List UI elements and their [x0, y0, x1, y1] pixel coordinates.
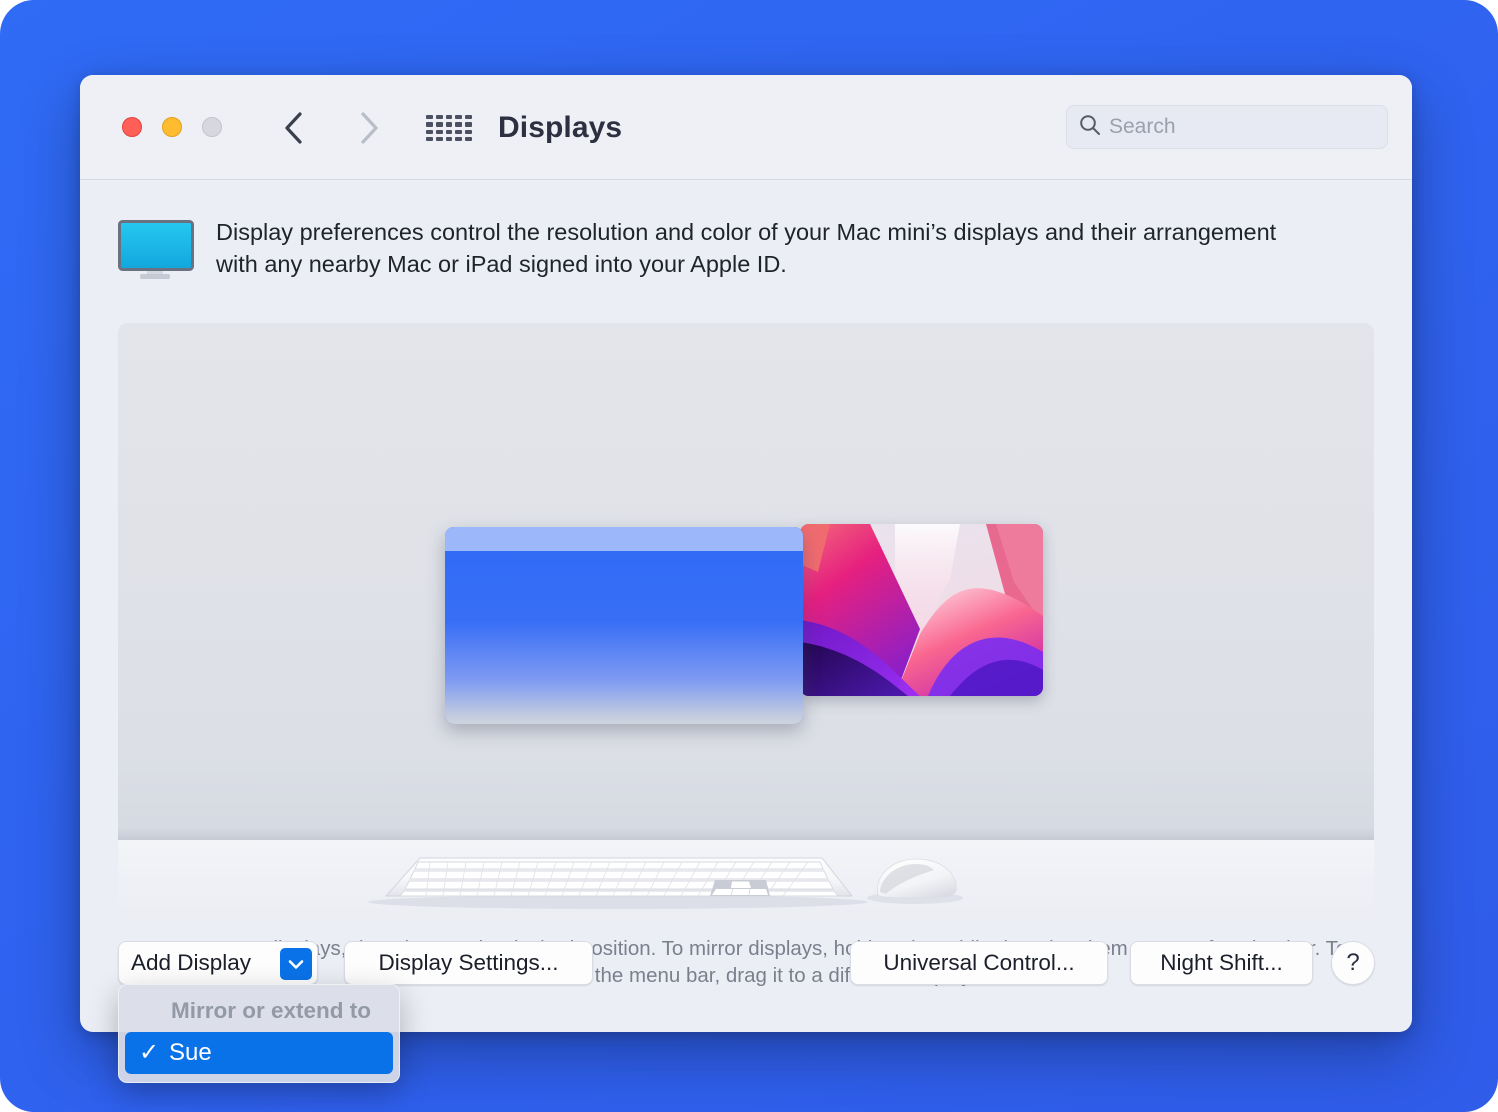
- chevron-left-icon: [282, 111, 304, 145]
- grid-dot: [445, 122, 453, 127]
- window-toolbar: Displays: [80, 75, 1412, 180]
- display-settings-button[interactable]: Display Settings...: [344, 941, 593, 985]
- grid-dot: [426, 115, 433, 120]
- grid-dot: [426, 129, 433, 134]
- grid-dot: [445, 115, 453, 120]
- search-icon: [1079, 114, 1101, 141]
- grid-dot: [465, 115, 472, 120]
- menu-section-header: Mirror or extend to: [171, 998, 372, 1023]
- primary-display[interactable]: [445, 527, 803, 724]
- grid-dot: [455, 115, 463, 120]
- grid-dot: [435, 115, 443, 120]
- desktop-background: Displays Search Display preferences cont…: [0, 0, 1498, 1112]
- grid-dot: [445, 136, 453, 141]
- back-button[interactable]: [272, 107, 314, 149]
- display-monitor-icon: [118, 220, 200, 289]
- system-preferences-window: Displays Search Display preferences cont…: [80, 75, 1412, 1083]
- add-display-button[interactable]: Add Display: [118, 941, 318, 985]
- close-window-button[interactable]: [122, 117, 142, 137]
- minimize-window-button[interactable]: [162, 117, 182, 137]
- help-button[interactable]: ?: [1331, 941, 1375, 985]
- add-display-popup-menu[interactable]: Mirror or extend to ✓ Sue: [118, 984, 400, 1083]
- night-shift-button[interactable]: Night Shift...: [1130, 941, 1313, 985]
- grid-dot: [435, 122, 443, 127]
- page-title: Displays: [498, 111, 623, 144]
- menu-item-sue[interactable]: ✓ Sue: [125, 1032, 393, 1074]
- monterey-wallpaper: [800, 524, 1043, 696]
- checkmark-icon: ✓: [139, 1039, 160, 1066]
- grid-dot: [435, 136, 443, 141]
- grid-dot: [455, 122, 463, 127]
- night-shift-label: Night Shift...: [1160, 950, 1283, 975]
- chevron-right-icon: [358, 111, 380, 145]
- universal-control-label: Universal Control...: [883, 950, 1075, 975]
- grid-dot: [426, 136, 433, 141]
- peripherals-group: [118, 838, 1374, 920]
- grid-dot: [465, 129, 472, 134]
- description-text: Display preferences control the resoluti…: [216, 219, 1277, 277]
- menu-bar-strip[interactable]: [445, 527, 803, 551]
- grid-dot: [435, 129, 443, 134]
- primary-wallpaper: [445, 527, 803, 724]
- search-field[interactable]: [1066, 105, 1388, 149]
- secondary-display[interactable]: [800, 524, 1043, 696]
- grid-dot: [465, 136, 472, 141]
- display-arrangement-panel[interactable]: [118, 323, 1374, 920]
- help-label: ?: [1346, 949, 1360, 976]
- maximize-window-button[interactable]: [202, 117, 222, 137]
- forward-button[interactable]: [348, 107, 390, 149]
- search-input[interactable]: [1109, 115, 1375, 139]
- description-row: Display preferences control the resoluti…: [118, 215, 1358, 289]
- display-settings-label: Display Settings...: [378, 950, 559, 975]
- menu-item-label: Sue: [169, 1039, 212, 1066]
- add-display-label: Add Display: [131, 950, 252, 975]
- universal-control-button[interactable]: Universal Control...: [850, 941, 1108, 985]
- grid-dot: [455, 129, 463, 134]
- chevron-down-icon[interactable]: [280, 948, 312, 980]
- grid-dot: [426, 122, 433, 127]
- grid-dot: [455, 136, 463, 141]
- grid-dot: [465, 122, 472, 127]
- grid-dot: [445, 129, 453, 134]
- grid-dots-icon[interactable]: [426, 115, 472, 141]
